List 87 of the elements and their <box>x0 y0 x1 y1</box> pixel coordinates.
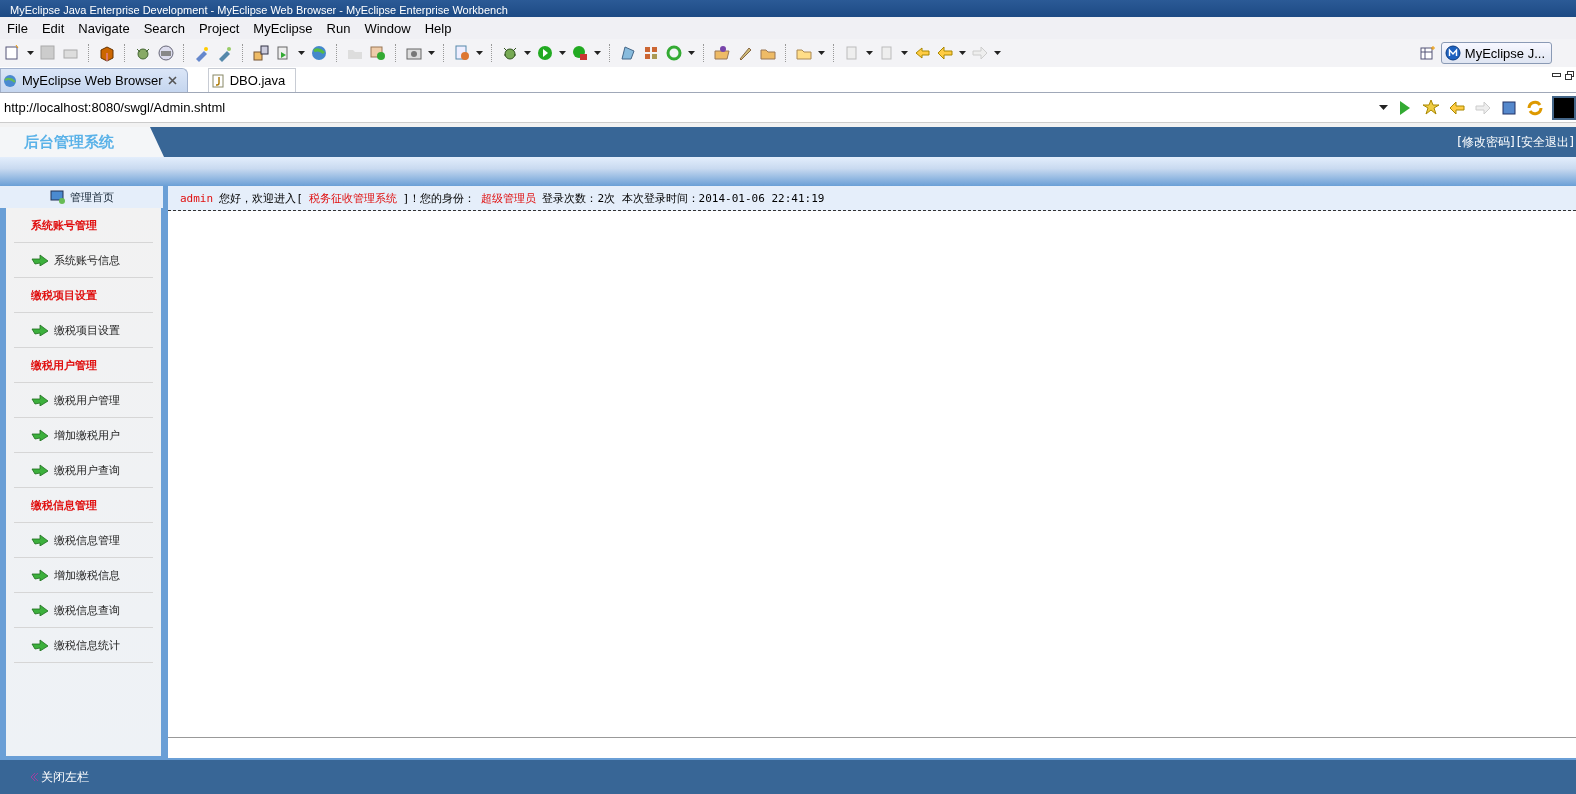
menu-item[interactable]: Project <box>191 20 247 36</box>
dropdown-arrow-icon[interactable] <box>27 51 34 55</box>
dropdown-arrow-icon[interactable] <box>428 51 435 55</box>
dropdown-arrow-icon[interactable] <box>994 51 1001 55</box>
dropdown-arrow-icon[interactable] <box>818 51 825 55</box>
arrow-icon <box>31 254 49 266</box>
run-icon[interactable] <box>536 44 554 62</box>
menu-link[interactable]: 缴税信息管理 <box>54 532 120 548</box>
menu-item[interactable]: MyEclipse <box>246 20 320 36</box>
back-arrow-icon[interactable] <box>936 44 954 62</box>
external-tool-icon[interactable] <box>571 44 589 62</box>
header-link[interactable]: [安全退出] <box>1516 133 1574 151</box>
deploy-icon[interactable] <box>252 44 270 62</box>
menu-item[interactable]: Navigate <box>71 20 137 36</box>
menu-item[interactable]: Help <box>417 20 459 36</box>
menu-link[interactable]: 增加缴税信息 <box>54 567 120 583</box>
open-perspective-icon[interactable] <box>1419 45 1436 61</box>
dropdown-arrow-icon[interactable] <box>959 51 966 55</box>
refresh-icon[interactable] <box>665 44 683 62</box>
dropdown-arrow-icon[interactable] <box>866 51 873 55</box>
perspective-button[interactable]: MyEclipse J... <box>1440 42 1552 64</box>
double-chevron-icon <box>30 773 38 781</box>
menu-group-title: 系统账号管理 <box>14 208 153 243</box>
welcome-text: 您好，欢迎进入[ <box>219 190 303 206</box>
globe-icon[interactable] <box>310 44 328 62</box>
menu-item[interactable]: Run <box>319 20 358 36</box>
dropdown-arrow-icon[interactable] <box>524 51 531 55</box>
highlighted-text: 税务征收管理系统 <box>308 190 397 206</box>
highlighted-text: admin <box>180 191 214 205</box>
highlighted-text: 超级管理员 <box>481 190 537 206</box>
perspective-icon <box>1444 45 1461 61</box>
add-icon[interactable] <box>369 44 387 62</box>
close-icon[interactable] <box>167 76 177 85</box>
dropdown-arrow-icon[interactable] <box>1379 105 1388 110</box>
address-field[interactable]: http://localhost:8080/swgl/Admin.shtml <box>0 95 1388 120</box>
cube-icon[interactable] <box>98 44 116 62</box>
menu-item[interactable]: Window <box>357 20 418 36</box>
welcome-text: ]！您的身份： <box>402 190 476 206</box>
last-edit-icon[interactable] <box>913 44 931 62</box>
arrow-icon <box>31 604 49 616</box>
dropdown-arrow-icon[interactable] <box>476 51 483 55</box>
menu-link[interactable]: 缴税项目设置 <box>54 322 120 338</box>
arrow-icon <box>31 429 49 441</box>
maximize-icon[interactable] <box>1565 71 1574 80</box>
dropdown-arrow-icon[interactable] <box>298 51 305 55</box>
menu-link[interactable]: 增加缴税用户 <box>54 427 120 443</box>
editor-tab[interactable]: DBO.java <box>207 68 297 92</box>
java-file-icon <box>210 73 225 88</box>
dropdown-arrow-icon[interactable] <box>594 51 601 55</box>
header-link[interactable]: [修改密码] <box>1457 133 1515 151</box>
menu-link[interactable]: 缴税信息统计 <box>54 637 120 653</box>
close-sidebar-link[interactable]: 关闭左栏 <box>41 768 89 786</box>
open-folder-icon[interactable] <box>713 44 731 62</box>
refresh-icon[interactable] <box>1526 98 1544 117</box>
computer-icon <box>49 189 66 205</box>
menu-item[interactable]: Search <box>136 20 192 36</box>
screen-icon[interactable] <box>1552 95 1576 120</box>
arrow-icon <box>31 569 49 581</box>
menu-group-title: 缴税项目设置 <box>14 278 153 313</box>
server-icon[interactable] <box>157 44 175 62</box>
menu-link[interactable]: 缴税用户查询 <box>54 462 120 478</box>
minimize-icon[interactable] <box>1552 71 1561 78</box>
menu-group-title: 缴税信息管理 <box>14 488 153 523</box>
editor-tab[interactable]: MyEclipse Web Browser <box>0 68 188 92</box>
menu-link[interactable]: 缴税信息查询 <box>54 602 120 618</box>
arrow-icon <box>31 639 49 651</box>
class-icon[interactable] <box>642 44 660 62</box>
arrow-icon <box>31 464 49 476</box>
menu-link[interactable]: 系统账号信息 <box>54 252 120 268</box>
globe-icon <box>3 73 17 88</box>
welcome-text: 登录次数：2次 本次登录时间：2014-01-06 22:41:19 <box>542 190 825 206</box>
window-title: MyEclipse Java Enterprise Development - MyEclipse Web Browser - MyEclipse Enterprise Workbench <box>10 3 508 18</box>
menu-item[interactable]: File <box>0 20 35 36</box>
package-icon[interactable] <box>619 44 637 62</box>
menu-group-title: 缴税用户管理 <box>14 348 153 383</box>
dropdown-arrow-icon[interactable] <box>901 51 908 55</box>
stop-icon[interactable] <box>1500 98 1518 117</box>
site-logo: 后台管理系统 <box>0 127 164 157</box>
project-icon[interactable] <box>453 44 471 62</box>
menu-link[interactable]: 缴税用户管理 <box>54 392 120 408</box>
arrow-icon <box>31 394 49 406</box>
arrow-icon <box>31 324 49 336</box>
arrow-icon <box>31 534 49 546</box>
dropdown-arrow-icon[interactable] <box>559 51 566 55</box>
dropdown-arrow-icon[interactable] <box>688 51 695 55</box>
favorite-icon[interactable] <box>1422 98 1440 117</box>
menu-item[interactable]: Edit <box>34 20 72 36</box>
